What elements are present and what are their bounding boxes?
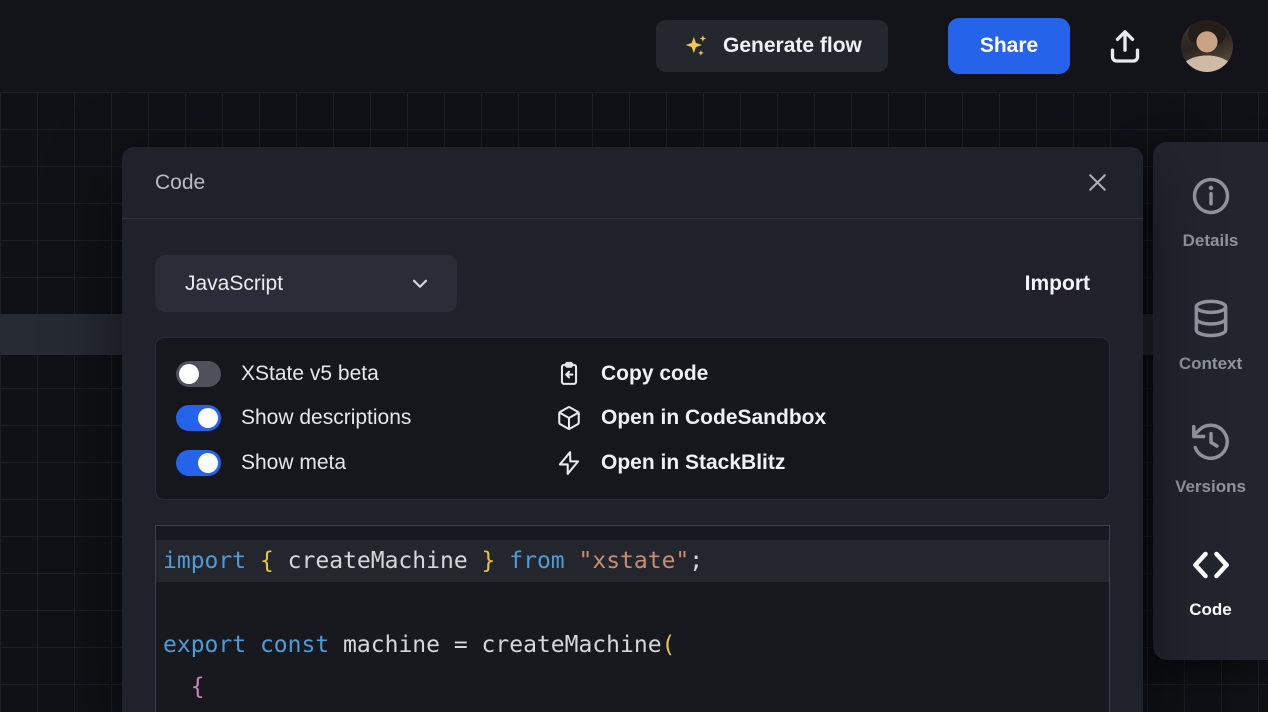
code-token: import	[163, 548, 246, 574]
code-modal: Code JavaScript I	[122, 147, 1143, 712]
code-line	[156, 582, 1109, 624]
toggles-column: XState v5 beta Show descriptions Show meta	[176, 352, 556, 485]
code-modal-body: JavaScript Import XState v5 beta Show des…	[122, 219, 1143, 712]
stackblitz-icon	[556, 450, 582, 476]
language-dropdown[interactable]: JavaScript	[155, 255, 457, 312]
top-bar: Generate flow Share	[0, 0, 1268, 92]
sidebar-item-label: Context	[1179, 354, 1242, 374]
toggle-row-show-descriptions: Show descriptions	[176, 396, 556, 440]
user-avatar[interactable]	[1181, 20, 1233, 72]
language-dropdown-value: JavaScript	[185, 272, 283, 296]
chevron-down-icon	[409, 273, 431, 295]
close-button[interactable]	[1079, 165, 1115, 201]
info-icon	[1189, 174, 1233, 218]
modal-title: Code	[155, 171, 205, 195]
toggle-label: Show descriptions	[241, 406, 411, 430]
sparkles-icon	[682, 33, 709, 60]
action-label: Open in CodeSandbox	[601, 406, 826, 430]
upload-icon	[1105, 26, 1145, 66]
action-open-in-stackblitz[interactable]: Open in StackBlitz	[556, 441, 1109, 485]
sidebar-item-versions[interactable]: Versions	[1153, 420, 1268, 497]
toggle-show-descriptions[interactable]	[176, 405, 221, 431]
export-options-box: XState v5 beta Show descriptions Show meta…	[155, 337, 1110, 500]
code-token: {	[191, 674, 205, 700]
code-token: ;	[689, 548, 703, 574]
code-token: "xstate"	[579, 548, 690, 574]
code-line-active: import { createMachine } from "xstate";	[156, 540, 1109, 582]
code-token	[565, 548, 579, 574]
toggle-row-xstate-v5-beta: XState v5 beta	[176, 352, 556, 396]
code-token: {	[260, 548, 274, 574]
toggle-show-meta[interactable]	[176, 450, 221, 476]
code-token: from	[509, 548, 564, 574]
code-token: const	[260, 632, 329, 658]
code-token	[163, 674, 191, 700]
sidebar-item-label: Details	[1183, 231, 1239, 251]
copy-icon	[556, 361, 582, 387]
sidebar-item-context[interactable]: Context	[1153, 297, 1268, 374]
close-icon	[1085, 170, 1110, 195]
app-window: Generate flow Share Code	[0, 0, 1268, 712]
toggle-xstate-v5-beta[interactable]	[176, 361, 221, 387]
action-label: Open in StackBlitz	[601, 451, 785, 475]
right-panel-rail: Details Context Versions Code	[1153, 142, 1268, 660]
code-token	[246, 632, 260, 658]
code-token	[246, 548, 260, 574]
action-label: Copy code	[601, 362, 708, 386]
code-token: machine = createMachine	[329, 632, 661, 658]
code-editor[interactable]: import { createMachine } from "xstate"; e…	[155, 525, 1110, 712]
code-token	[495, 548, 509, 574]
history-icon	[1189, 420, 1233, 464]
sidebar-item-label: Code	[1189, 600, 1232, 620]
sidebar-item-label: Versions	[1175, 477, 1246, 497]
toggle-knob	[198, 453, 218, 473]
sidebar-item-details[interactable]: Details	[1153, 174, 1268, 251]
action-copy-code[interactable]: Copy code	[556, 352, 1109, 396]
code-line: {	[156, 666, 1109, 708]
action-open-in-codesandbox[interactable]: Open in CodeSandbox	[556, 396, 1109, 440]
codesandbox-icon	[556, 405, 582, 431]
toggle-label: Show meta	[241, 451, 346, 475]
share-button[interactable]: Share	[948, 18, 1070, 74]
code-icon	[1189, 543, 1233, 587]
code-token: export	[163, 632, 246, 658]
code-line: export const machine = createMachine(	[156, 624, 1109, 666]
toggle-label: XState v5 beta	[241, 362, 379, 386]
code-token: createMachine	[274, 548, 482, 574]
toggle-knob	[179, 364, 199, 384]
sidebar-item-code[interactable]: Code	[1153, 543, 1268, 620]
generate-flow-button[interactable]: Generate flow	[656, 20, 888, 72]
actions-column: Copy code Open in CodeSandbox Open in Stac…	[556, 352, 1109, 485]
toggle-row-show-meta: Show meta	[176, 441, 556, 485]
code-token: }	[482, 548, 496, 574]
database-icon	[1189, 297, 1233, 341]
export-button[interactable]	[1101, 22, 1149, 70]
import-button[interactable]: Import	[1025, 272, 1090, 296]
code-token: (	[662, 632, 676, 658]
generate-flow-label: Generate flow	[723, 34, 862, 58]
code-modal-header: Code	[122, 147, 1143, 219]
toggle-knob	[198, 408, 218, 428]
